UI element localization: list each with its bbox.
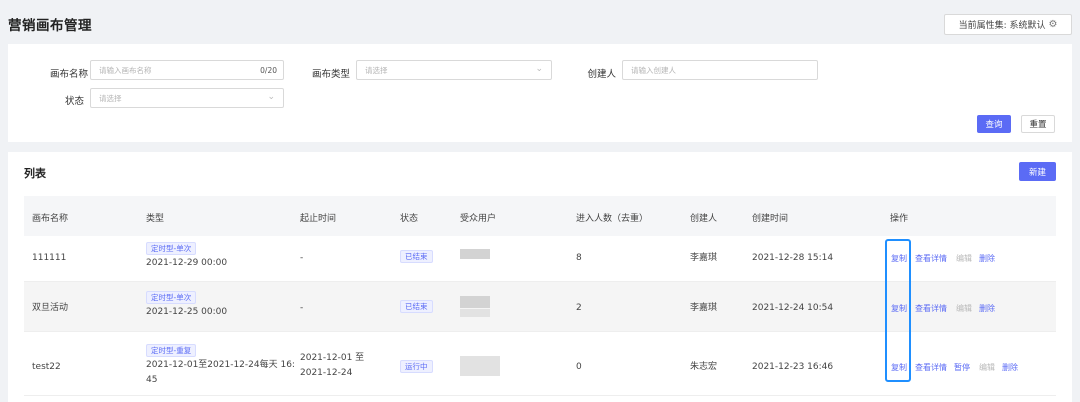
- entry-count: 0: [576, 362, 582, 372]
- view-details-link[interactable]: 查看详情: [915, 362, 947, 373]
- date-range-start: 2021-12-01 至: [300, 353, 365, 363]
- audience-users-redacted: [460, 309, 490, 317]
- entry-count: 2: [576, 303, 582, 313]
- creator-input[interactable]: 请输入创建人: [622, 60, 818, 80]
- char-counter: 0/20: [260, 66, 277, 75]
- type-time: 2021-12-29 00:00: [146, 258, 228, 268]
- list-title: 列表: [24, 167, 46, 180]
- creator: 李嘉琪: [690, 303, 718, 313]
- edit-link[interactable]: 编辑: [979, 362, 995, 373]
- column-header: 操作: [890, 214, 909, 224]
- type-time: 2021-12-01至2021-12-24每天 16:: [146, 360, 295, 370]
- canvas-type-select[interactable]: 请选择 ⌄: [356, 60, 552, 80]
- column-header: 创建人: [690, 214, 718, 224]
- creator-label: 创建人: [587, 69, 616, 80]
- column-header: 进入人数（去重）: [576, 214, 649, 224]
- canvas-type-label: 画布类型: [311, 69, 350, 80]
- pause-link[interactable]: 暂停: [954, 362, 970, 373]
- creator: 李嘉琪: [690, 253, 718, 263]
- audience-users-redacted: [460, 356, 500, 376]
- column-header: 创建时间: [752, 214, 789, 224]
- canvas-name-input[interactable]: 请输入画布名称 0/20: [90, 60, 284, 80]
- new-button[interactable]: 新建: [1019, 162, 1056, 181]
- created-time: 2021-12-24 10:54: [752, 303, 834, 313]
- canvas-type-placeholder: 请选择: [365, 65, 388, 75]
- status-label: 状态: [64, 96, 84, 107]
- column-header: 起止时间: [300, 214, 337, 224]
- column-header: 状态: [400, 214, 419, 224]
- canvas-name: test22: [32, 362, 61, 372]
- type-tag: 定时型-重复: [146, 344, 197, 357]
- query-button[interactable]: 查询: [977, 115, 1011, 133]
- gear-icon: ⚙: [1048, 19, 1058, 30]
- audience-users-redacted: [460, 249, 490, 259]
- type-time: 2021-12-25 00:00: [146, 307, 228, 317]
- table-header: 画布名称 类型 起止时间 状态 受众用户 进入人数（去重） 创建人 创建时间 操…: [24, 196, 1056, 236]
- status-badge: 已结束: [400, 300, 433, 313]
- attribute-set-button[interactable]: 当前属性集: 系统默认 ⚙: [944, 14, 1072, 35]
- date-range: -: [300, 303, 304, 313]
- creator: 朱志宏: [690, 362, 718, 372]
- column-header: 类型: [146, 214, 165, 224]
- created-time: 2021-12-23 16:46: [752, 362, 834, 372]
- delete-link[interactable]: 删除: [979, 303, 995, 314]
- edit-link[interactable]: 编辑: [956, 253, 972, 264]
- canvas-name: 双旦活动: [32, 303, 69, 313]
- status-badge: 运行中: [400, 360, 433, 373]
- entry-count: 8: [576, 253, 582, 263]
- delete-link[interactable]: 删除: [979, 253, 995, 264]
- canvas-name: 111111: [32, 253, 67, 263]
- type-time-cont: 45: [146, 375, 158, 385]
- edit-link[interactable]: 编辑: [956, 303, 972, 314]
- status-select[interactable]: 请选择 ⌄: [90, 88, 284, 108]
- page-title: 营销画布管理: [8, 18, 92, 34]
- creator-placeholder: 请输入创建人: [631, 65, 676, 75]
- status-placeholder: 请选择: [99, 93, 122, 103]
- canvas-name-label: 画布名称: [49, 69, 88, 80]
- chevron-down-icon: ⌄: [535, 64, 543, 74]
- type-tag: 定时型-单次: [146, 291, 197, 304]
- column-header: 画布名称: [32, 214, 69, 224]
- created-time: 2021-12-28 15:14: [752, 253, 834, 263]
- status-badge: 已结束: [400, 250, 433, 263]
- audience-users-redacted: [460, 296, 490, 308]
- top-bar: 营销画布管理 当前属性集: 系统默认 ⚙: [0, 0, 1080, 40]
- column-header: 受众用户: [460, 214, 497, 224]
- attribute-set-label: 当前属性集: 系统默认: [958, 21, 1046, 31]
- reset-button[interactable]: 重置: [1021, 115, 1055, 133]
- date-range: -: [300, 253, 304, 263]
- delete-link[interactable]: 删除: [1002, 362, 1018, 373]
- view-details-link[interactable]: 查看详情: [915, 253, 947, 264]
- type-tag: 定时型-单次: [146, 242, 197, 255]
- filter-panel: 画布名称 请输入画布名称 0/20 画布类型 请选择 ⌄ 创建人 请输入创建人 …: [8, 44, 1072, 142]
- chevron-down-icon: ⌄: [267, 92, 275, 102]
- copy-column-highlight: [885, 239, 911, 382]
- view-details-link[interactable]: 查看详情: [915, 303, 947, 314]
- canvas-name-placeholder: 请输入画布名称: [99, 65, 152, 75]
- date-range-end: 2021-12-24: [300, 368, 353, 378]
